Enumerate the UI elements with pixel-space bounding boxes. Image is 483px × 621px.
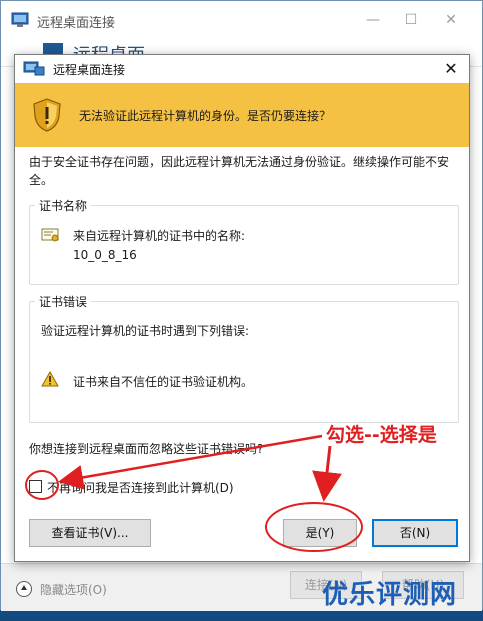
minimize-icon[interactable]: — bbox=[363, 10, 383, 30]
ignore-errors-question: 你想连接到远程桌面而忽略这些证书错误吗? bbox=[29, 442, 264, 456]
security-shield-icon bbox=[33, 98, 61, 132]
certificate-error-line: 验证远程计算机的证书时遇到下列错误: bbox=[41, 324, 250, 338]
certificate-error-label: 证书错误 bbox=[35, 293, 92, 310]
certificate-name-group bbox=[29, 205, 459, 285]
certificate-name-label: 证书名称 bbox=[35, 197, 92, 214]
dialog-titlebar: 远程桌面连接 ✕ bbox=[15, 55, 469, 83]
close-icon[interactable]: ✕ bbox=[441, 10, 461, 30]
background-window-title: 远程桌面连接 bbox=[37, 16, 116, 31]
dialog-title: 远程桌面连接 bbox=[53, 63, 126, 77]
remote-desktop-icon bbox=[23, 61, 45, 76]
certificate-name-value: 10_0_8_16 bbox=[73, 248, 137, 262]
maximize-icon[interactable]: ☐ bbox=[401, 10, 421, 30]
yes-button[interactable]: 是(Y) bbox=[283, 519, 357, 547]
certificate-name-line: 来自远程计算机的证书中的名称: bbox=[73, 229, 246, 243]
warning-banner: 无法验证此远程计算机的身份。是否仍要连接？ bbox=[15, 83, 469, 147]
dont-ask-again-label[interactable]: 不再询问我是否连接到此计算机(D) bbox=[47, 479, 234, 496]
dont-ask-again-checkbox[interactable] bbox=[29, 480, 42, 493]
certificate-error-group bbox=[29, 301, 459, 423]
certificate-error-message: 证书来自不信任的证书验证机构。 bbox=[73, 375, 254, 389]
description-text: 由于安全证书存在问题，因此远程计算机无法通过身份验证。继续操作可能不安全。 bbox=[29, 155, 450, 187]
annotation-text: 勾选--选择是 bbox=[326, 424, 437, 446]
remote-desktop-icon bbox=[11, 12, 29, 27]
warning-message: 无法验证此远程计算机的身份。是否仍要连接？ bbox=[79, 109, 332, 123]
no-button[interactable]: 否(N) bbox=[372, 519, 458, 547]
chevron-up-icon[interactable] bbox=[16, 581, 32, 597]
hide-options-link[interactable]: 隐藏选项(O) bbox=[40, 581, 107, 598]
dialog-close-icon[interactable]: ✕ bbox=[439, 57, 463, 81]
watermark-text: 优乐评测网 bbox=[322, 580, 458, 610]
certificate-warning-dialog: 远程桌面连接 ✕ 无法验证此远程计算机的身份。是否仍要连接？ 由于安全证书存在问… bbox=[14, 54, 470, 562]
view-certificate-button[interactable]: 查看证书(V)... bbox=[29, 519, 151, 547]
warning-triangle-icon bbox=[41, 371, 59, 387]
certificate-icon bbox=[41, 228, 59, 242]
background-titlebar: 远程桌面连接 — ☐ ✕ bbox=[1, 1, 482, 39]
